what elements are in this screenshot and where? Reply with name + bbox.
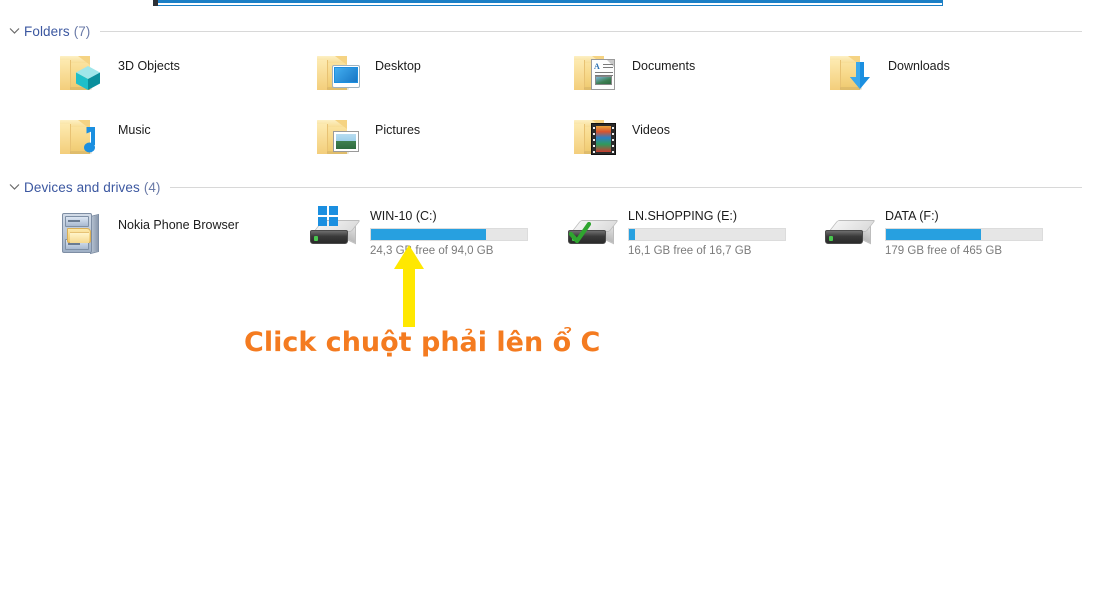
drive-free-space-text: 16,1 GB free of 16,7 GB (628, 245, 752, 257)
monitor-glyph (333, 66, 359, 87)
drive-capacity-fill (629, 229, 636, 240)
folder-pictures-icon (315, 113, 363, 161)
tile-documents[interactable]: A Documents (572, 49, 695, 97)
folder-downloads-icon (828, 49, 876, 97)
group-title-devices: Devices and drives (24, 179, 140, 195)
drive-capacity-bar (885, 228, 1043, 241)
cube-glyph (76, 66, 100, 90)
tile-label: Music (118, 123, 151, 137)
address-bar-bottom-edge (153, 0, 943, 6)
tile-label: Documents (632, 59, 696, 73)
folder-3d-objects-icon (58, 49, 106, 97)
group-header-folders[interactable]: Folders (7) (0, 21, 1090, 41)
annotation-text: Click chuột phải lên ổ C (244, 327, 601, 358)
group-title-folders: Folders (24, 23, 70, 39)
drive-label: WIN-10 (C:) (370, 209, 437, 223)
tile-label: Pictures (375, 123, 421, 137)
file-cabinet-icon (58, 208, 106, 256)
hard-drive-icon (825, 206, 876, 254)
tile-3d-objects[interactable]: 3D Objects (58, 49, 180, 97)
chevron-down-icon[interactable] (6, 23, 22, 39)
photo-glyph (333, 131, 359, 152)
download-arrow-glyph (850, 62, 870, 89)
drive-capacity-bar (370, 228, 528, 241)
folder-music-icon (58, 113, 106, 161)
windows-logo-icon (318, 206, 338, 226)
drive-capacity-fill (371, 229, 487, 240)
tile-music[interactable]: Music (58, 113, 151, 161)
hard-drive-checked-icon (568, 206, 619, 254)
tile-drive-e[interactable]: LN.SHOPPING (E:) 16,1 GB free of 16,7 GB (568, 206, 786, 259)
drive-capacity-fill (886, 229, 982, 240)
group-separator (100, 30, 1082, 32)
hard-drive-windows-icon (310, 206, 361, 254)
folder-desktop-icon (315, 49, 363, 97)
address-bar-highlight (154, 0, 942, 3)
music-note-glyph (84, 127, 95, 153)
group-header-devices-and-drives[interactable]: Devices and drives (4) (0, 177, 1090, 197)
file-explorer-content-pane: Folders (7) 3D Objects Desktop A Documen… (0, 0, 1099, 594)
text-caret (153, 0, 158, 6)
drive-free-space-text: 179 GB free of 465 GB (885, 245, 1002, 257)
group-count-devices: (4) (143, 179, 161, 195)
tile-videos[interactable]: Videos (572, 113, 670, 161)
tile-pictures[interactable]: Pictures (315, 113, 420, 161)
green-check-icon (569, 222, 591, 244)
tile-label: Videos (632, 123, 670, 137)
document-page-glyph: A (591, 59, 615, 90)
folder-videos-icon (572, 113, 620, 161)
tile-label: Nokia Phone Browser (118, 218, 239, 232)
tile-drive-f[interactable]: DATA (F:) 179 GB free of 465 GB (825, 206, 1043, 259)
group-count-folders: (7) (73, 23, 91, 39)
film-strip-glyph (591, 123, 616, 155)
arrow-up-icon (394, 245, 424, 327)
tile-label: Desktop (375, 59, 421, 73)
tile-label: 3D Objects (118, 59, 180, 73)
tile-label: Downloads (888, 59, 950, 73)
tile-nokia-phone-browser[interactable]: Nokia Phone Browser (58, 208, 239, 256)
drive-label: LN.SHOPPING (E:) (628, 209, 738, 223)
tile-downloads[interactable]: Downloads (828, 49, 950, 97)
drive-capacity-bar (628, 228, 786, 241)
group-separator (170, 186, 1082, 188)
chevron-down-icon[interactable] (6, 179, 22, 195)
folder-documents-icon: A (572, 49, 620, 97)
tile-desktop[interactable]: Desktop (315, 49, 421, 97)
drive-label: DATA (F:) (885, 209, 939, 223)
